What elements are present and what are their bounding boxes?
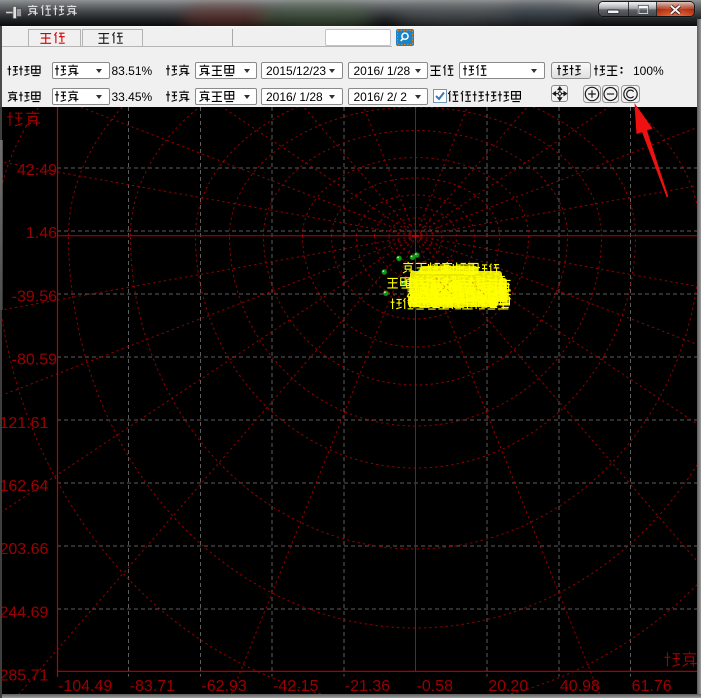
svg-text:-39.56: -39.56 (12, 288, 57, 305)
svg-text:-104.49: -104.49 (58, 678, 112, 695)
svg-text:-80.59: -80.59 (12, 352, 57, 369)
svg-text:20.20: 20.20 (488, 678, 528, 695)
svg-text:244.69: 244.69 (0, 604, 49, 621)
svg-text:-0.58: -0.58 (417, 678, 454, 695)
svg-text:1.46: 1.46 (26, 225, 57, 242)
svg-text:40.98: 40.98 (560, 678, 600, 695)
svg-text:-62.93: -62.93 (201, 678, 246, 695)
svg-text:-42.15: -42.15 (273, 678, 318, 695)
svg-text:121.61: 121.61 (0, 415, 49, 432)
svg-text:-83.71: -83.71 (130, 678, 175, 695)
svg-text:-21.36: -21.36 (345, 678, 390, 695)
svg-text:61.76: 61.76 (632, 678, 672, 695)
svg-text:162.64: 162.64 (0, 478, 49, 495)
svg-text:42.49: 42.49 (17, 162, 57, 179)
svg-text:285.71: 285.71 (0, 668, 49, 685)
svg-text:203.66: 203.66 (0, 541, 49, 558)
